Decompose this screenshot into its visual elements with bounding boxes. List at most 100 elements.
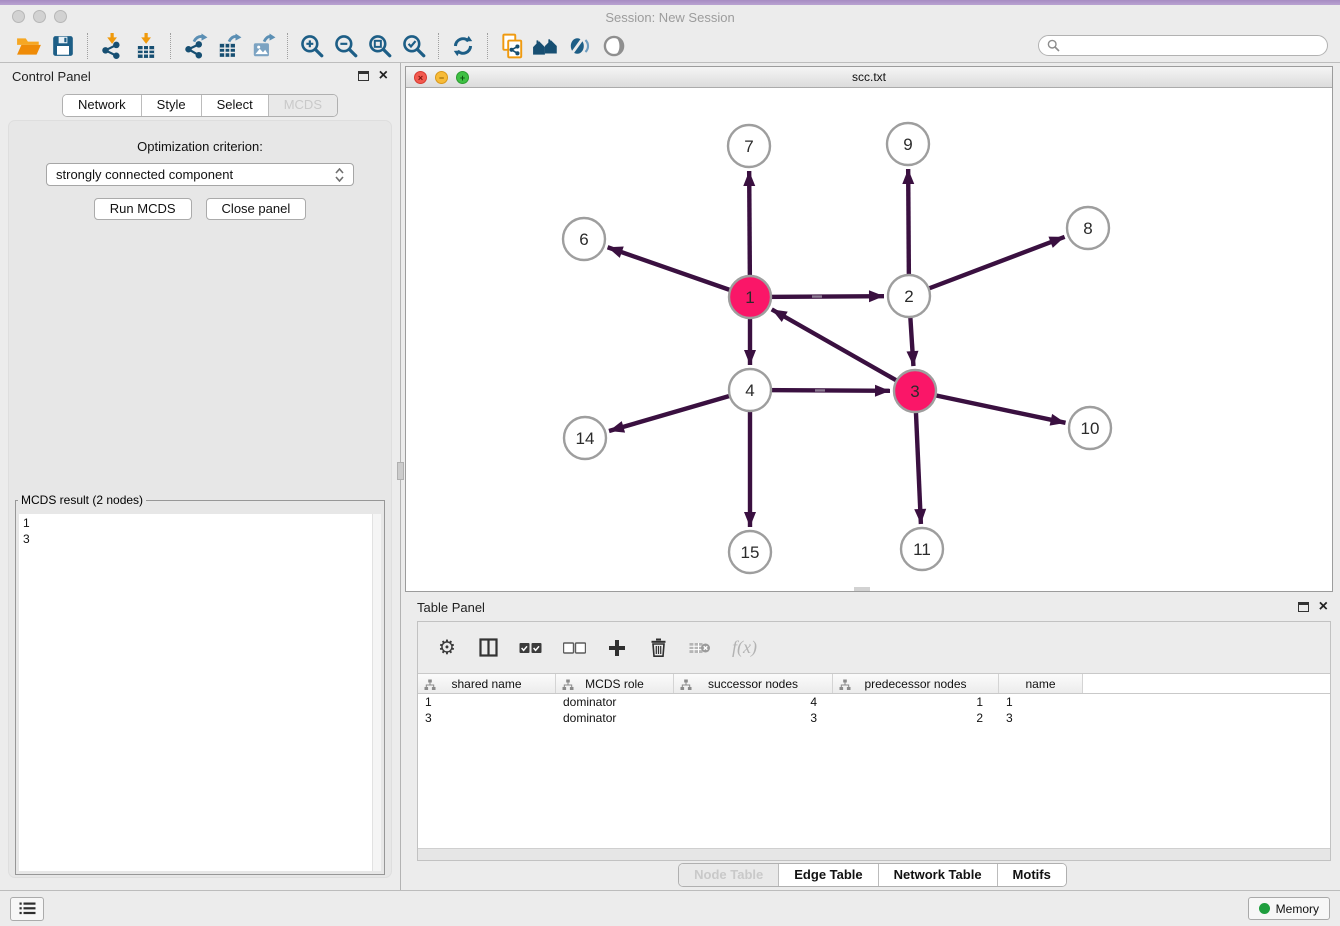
graph-edge-2-8[interactable] (909, 237, 1065, 296)
duplicate-network-icon[interactable] (495, 31, 529, 61)
close-panel-button[interactable]: Close panel (206, 198, 307, 220)
control-panel-header: Control Panel × (0, 63, 400, 89)
table-cell[interactable]: dominator (556, 711, 674, 725)
mcds-panel: Optimization criterion: strongly connect… (8, 120, 392, 878)
table-cell[interactable]: 3 (674, 711, 833, 725)
tab-motifs[interactable]: Motifs (998, 864, 1066, 886)
column-header-MCDS-role[interactable]: MCDS role (556, 674, 674, 693)
close-table-panel-icon[interactable]: × (1319, 602, 1328, 612)
app-title: Session: New Session (605, 10, 734, 25)
select-all-icon[interactable] (519, 642, 542, 654)
graph-edge-1-6[interactable] (608, 247, 750, 297)
table-header-row: shared nameMCDS rolesuccessor nodesprede… (418, 673, 1330, 694)
column-header-predecessor-nodes[interactable]: predecessor nodes (833, 674, 999, 693)
edge-label-mark (812, 295, 822, 297)
network-minimize-button[interactable]: − (435, 71, 448, 84)
table-toolbar: ⚙ f(x) (418, 622, 1330, 673)
minimize-window-button[interactable] (33, 10, 46, 23)
graph-edge-3-10[interactable] (915, 391, 1066, 423)
add-column-icon[interactable] (607, 639, 627, 657)
criterion-dropdown[interactable]: strongly connected component (46, 163, 354, 186)
graph-node-label: 1 (745, 288, 754, 307)
deselect-all-icon[interactable] (563, 642, 586, 654)
table-cell[interactable]: 1 (999, 695, 1083, 709)
close-window-button[interactable] (12, 10, 25, 23)
task-history-button[interactable] (10, 897, 44, 921)
tab-node-table[interactable]: Node Table (679, 864, 779, 886)
function-builder-icon[interactable]: f(x) (732, 637, 757, 658)
tab-network-table[interactable]: Network Table (879, 864, 998, 886)
dropdown-stepper-icon (335, 168, 344, 182)
float-panel-icon[interactable] (358, 71, 369, 81)
network-close-button[interactable]: × (414, 71, 427, 84)
zoom-in-icon[interactable] (295, 31, 329, 61)
export-table-icon[interactable] (212, 31, 246, 61)
export-image-icon[interactable] (246, 31, 280, 61)
status-bar: Memory (0, 890, 1340, 926)
network-window-titlebar[interactable]: × − + scc.txt (406, 67, 1332, 88)
export-network-icon[interactable] (178, 31, 212, 61)
mcds-result-groupbox: MCDS result (2 nodes) 1 3 (15, 493, 385, 875)
tab-style[interactable]: Style (142, 95, 202, 116)
home-networks-icon[interactable] (529, 31, 563, 61)
column-selector-icon[interactable] (478, 638, 498, 657)
tab-network[interactable]: Network (63, 95, 142, 116)
canvas-scroll-nub[interactable] (854, 587, 870, 591)
delete-column-icon[interactable] (648, 638, 668, 657)
column-header-name[interactable]: name (999, 674, 1083, 693)
column-header-successor-nodes[interactable]: successor nodes (674, 674, 833, 693)
table-type-tabs: Node Table Edge Table Network Table Moti… (405, 863, 1340, 887)
graph-node-label: 2 (904, 287, 913, 306)
import-table-icon[interactable] (129, 31, 163, 61)
network-canvas[interactable]: 7968124314101511 (406, 88, 1332, 591)
edge-label-mark (815, 389, 825, 391)
toolbar-separator (487, 33, 488, 59)
graph-node-label: 7 (744, 137, 753, 156)
refresh-icon[interactable] (446, 31, 480, 61)
close-panel-icon[interactable]: × (379, 71, 388, 81)
toolbar-separator (170, 33, 171, 59)
control-panel-tabs: Network Style Select MCDS (0, 94, 400, 117)
import-network-icon[interactable] (95, 31, 129, 61)
graph-node-label: 14 (576, 429, 595, 448)
graph-node-label: 6 (579, 230, 588, 249)
open-session-icon[interactable] (12, 31, 46, 61)
column-header-shared-name[interactable]: shared name (418, 674, 556, 693)
table-panel: Table Panel × ⚙ (405, 594, 1340, 890)
table-cell[interactable]: 1 (833, 695, 999, 709)
result-scrollbar[interactable] (372, 514, 381, 871)
memory-button[interactable]: Memory (1248, 897, 1330, 920)
mcds-result-textarea[interactable]: 1 3 (19, 514, 381, 871)
zoom-out-icon[interactable] (329, 31, 363, 61)
table-cell[interactable]: 1 (418, 695, 556, 709)
hide-graphics-details-icon[interactable] (563, 31, 597, 61)
search-input[interactable] (1065, 39, 1319, 53)
table-hscrollbar[interactable] (418, 848, 1330, 860)
search-field[interactable] (1038, 35, 1328, 56)
maximize-window-button[interactable] (54, 10, 67, 23)
show-graphics-details-icon[interactable] (597, 31, 631, 61)
save-session-icon[interactable] (46, 31, 80, 61)
zoom-fit-icon[interactable] (363, 31, 397, 61)
zoom-selected-icon[interactable] (397, 31, 431, 61)
tab-edge-table[interactable]: Edge Table (779, 864, 878, 886)
tab-select[interactable]: Select (202, 95, 269, 116)
table-cell[interactable]: 4 (674, 695, 833, 709)
graph-node-label: 8 (1083, 219, 1092, 238)
table-cell[interactable]: 3 (418, 711, 556, 725)
float-table-panel-icon[interactable] (1298, 602, 1309, 612)
network-maximize-button[interactable]: + (456, 71, 469, 84)
tab-mcds[interactable]: MCDS (269, 95, 337, 116)
table-settings-icon[interactable]: ⚙ (437, 638, 457, 658)
control-panel: Control Panel × Network Style Select MCD… (0, 63, 401, 890)
table-row[interactable]: 1dominator411 (418, 694, 1330, 710)
table-cell[interactable]: 3 (999, 711, 1083, 725)
table-cell[interactable]: dominator (556, 695, 674, 709)
table-cell[interactable]: 2 (833, 711, 999, 725)
panel-splitter-handle[interactable] (397, 462, 404, 480)
table-row[interactable]: 3dominator323 (418, 710, 1330, 726)
memory-label: Memory (1276, 902, 1319, 916)
run-mcds-button[interactable]: Run MCDS (94, 198, 192, 220)
delete-table-icon[interactable] (689, 640, 711, 656)
graph-edge-3-1[interactable] (772, 309, 915, 391)
